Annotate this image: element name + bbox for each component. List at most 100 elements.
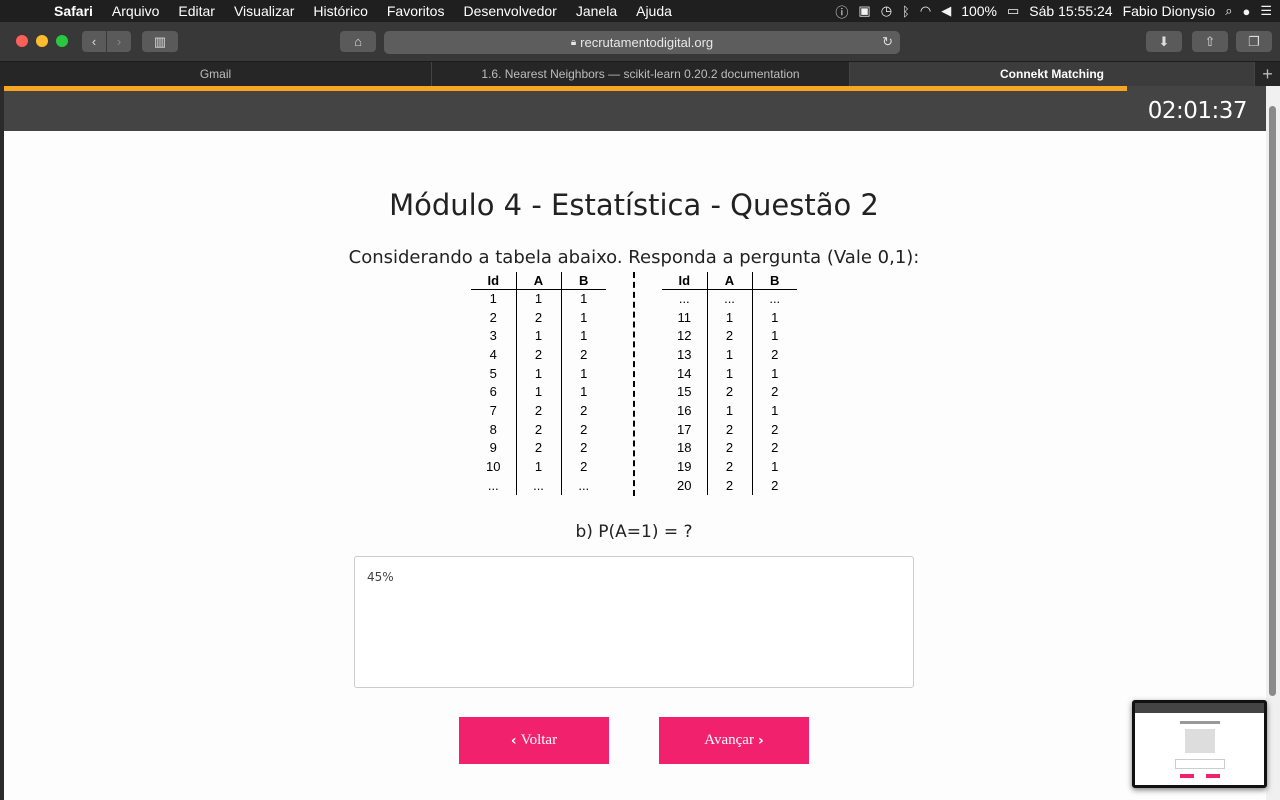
table-cell: 2 xyxy=(580,346,588,362)
table-cell: 1 xyxy=(580,309,588,325)
bluetooth-icon[interactable]: ᛒ xyxy=(902,4,910,19)
lock-icon: 🔒︎ xyxy=(570,37,577,48)
volume-icon[interactable]: ◀ xyxy=(941,3,951,19)
table-cell: 2 xyxy=(516,307,562,327)
column-header: Id xyxy=(471,272,517,290)
wifi-icon[interactable]: ◠ xyxy=(920,3,931,19)
table-row: 14 1 1 xyxy=(662,363,797,383)
time-machine-icon[interactable]: ◷ xyxy=(881,3,892,19)
next-button-label: Avançar xyxy=(704,732,754,748)
close-window-button[interactable] xyxy=(16,35,28,47)
table-cell: 14 xyxy=(662,363,708,383)
notification-center-icon[interactable]: ☰ xyxy=(1260,3,1272,19)
data-table-right: Id A B......... 11 1 1 12 2 1 13 1 2 14 1 1 15 2 2 16 1 1 17 2… xyxy=(662,272,797,495)
fullscreen-window-button[interactable] xyxy=(56,35,68,47)
table-cell: 2 xyxy=(707,326,753,346)
table-row: 311 xyxy=(471,326,606,346)
page-header: 02:01:37 xyxy=(4,86,1266,131)
battery-icon[interactable]: ▭ xyxy=(1007,3,1019,19)
chevron-right-icon: › xyxy=(757,732,764,749)
forward-nav-icon[interactable]: › xyxy=(107,31,131,52)
table-cell: 2 xyxy=(707,438,753,458)
table-cell: 1 xyxy=(516,363,562,383)
table-row: 12 2 1 xyxy=(662,326,797,346)
table-cell: 1 xyxy=(707,345,753,364)
page-scrollbar[interactable] xyxy=(1266,86,1280,800)
menu-safari[interactable]: Safari xyxy=(54,3,93,19)
table-cell: 2 xyxy=(707,457,753,476)
share-icon[interactable]: ⇧ xyxy=(1192,31,1228,52)
table-row: 11 1 1 xyxy=(662,307,797,327)
table-cell: 2 xyxy=(771,477,779,493)
menu-arquivo[interactable]: Arquivo xyxy=(112,3,159,19)
user-name[interactable]: Fabio Dionysio xyxy=(1123,3,1216,19)
tab-connekt-matching[interactable]: Connekt Matching xyxy=(850,62,1255,86)
table-cell: 8 xyxy=(471,419,517,439)
chevron-left-icon: ‹ xyxy=(510,732,517,749)
table-row: 20 2 2 xyxy=(662,475,797,495)
screenshot-thumbnail[interactable] xyxy=(1132,700,1267,788)
info-status-icon[interactable]: ⓘ xyxy=(835,2,848,21)
tab-gmail[interactable]: Gmail xyxy=(0,62,432,86)
back-button[interactable]: ‹ Voltar xyxy=(459,717,609,764)
table-cell: 10 xyxy=(471,457,517,476)
menu-historico[interactable]: Histórico xyxy=(313,3,367,19)
page-title: Módulo 4 - Estatística - Questão 2 xyxy=(389,188,879,222)
minimize-window-button[interactable] xyxy=(36,35,48,47)
table-cell: 1 xyxy=(516,289,562,308)
table-cell: 15 xyxy=(662,382,708,402)
menu-janela[interactable]: Janela xyxy=(576,3,617,19)
table-cell: 12 xyxy=(662,326,708,346)
instruction-text: Considerando a tabela abaixo. Responda a… xyxy=(348,247,920,268)
scrollbar-thumb[interactable] xyxy=(1269,106,1276,696)
next-button[interactable]: Avançar › xyxy=(659,717,809,764)
table-cell: ... xyxy=(471,475,517,495)
table-divider xyxy=(633,272,635,496)
table-header-row: Id A B xyxy=(662,272,797,290)
table-cell: 2 xyxy=(580,459,588,475)
table-cell: 2 xyxy=(707,382,753,402)
menu-editar[interactable]: Editar xyxy=(178,3,215,19)
sidebar-toggle-icon[interactable]: ▥ xyxy=(142,31,178,52)
downloads-icon[interactable]: ⬇ xyxy=(1146,31,1182,52)
spotlight-search-icon[interactable]: ⌕ xyxy=(1225,3,1232,19)
app-status-icon[interactable]: ▣ xyxy=(858,3,870,19)
table-cell: ... xyxy=(707,289,753,308)
table-row: 511 xyxy=(471,363,606,383)
menu-visualizar[interactable]: Visualizar xyxy=(234,3,294,19)
table-cell: 1 xyxy=(771,402,779,418)
tab-overview-icon[interactable]: ❐ xyxy=(1236,31,1272,52)
siri-icon[interactable]: ● xyxy=(1242,4,1250,19)
table-row: 822 xyxy=(471,419,606,439)
reload-icon[interactable]: ↻ xyxy=(882,34,893,50)
table-cell: 2 xyxy=(580,402,588,418)
new-tab-icon[interactable]: + xyxy=(1255,62,1280,86)
table-cell: 2 xyxy=(580,421,588,437)
tab-scikit-learn[interactable]: 1.6. Nearest Neighbors — scikit-learn 0.… xyxy=(432,62,850,86)
table-cell: 1 xyxy=(580,365,588,381)
page-content: 02:01:37 Módulo 4 - Estatística - Questã… xyxy=(4,86,1266,800)
table-row: 922 xyxy=(471,438,606,458)
menu-desenvolvedor[interactable]: Desenvolvedor xyxy=(463,3,556,19)
address-bar[interactable]: 🔒︎ recrutamentodigital.org ↻ xyxy=(384,31,900,54)
progress-bar xyxy=(4,86,1128,91)
table-cell: 2 xyxy=(516,438,562,458)
table-cell: 17 xyxy=(662,419,708,439)
table-cell: 1 xyxy=(516,457,562,476)
home-icon[interactable]: ⌂ xyxy=(340,31,376,52)
table-cell: 7 xyxy=(471,401,517,420)
table-cell: 1 xyxy=(707,363,753,383)
column-header: B xyxy=(561,272,606,290)
table-cell: 1 xyxy=(471,289,517,308)
table-cell: 1 xyxy=(771,328,779,344)
table-cell: 2 xyxy=(471,307,517,327)
table-cell: 4 xyxy=(471,345,517,364)
table-cell: ... xyxy=(769,291,781,307)
clock[interactable]: Sáb 15:55:24 xyxy=(1029,3,1112,19)
table-cell: 9 xyxy=(471,438,517,458)
menu-favoritos[interactable]: Favoritos xyxy=(387,3,445,19)
battery-percent[interactable]: 100% xyxy=(961,3,997,19)
menu-ajuda[interactable]: Ajuda xyxy=(636,3,672,19)
answer-textarea[interactable] xyxy=(354,556,914,688)
back-nav-icon[interactable]: ‹ xyxy=(82,31,106,52)
